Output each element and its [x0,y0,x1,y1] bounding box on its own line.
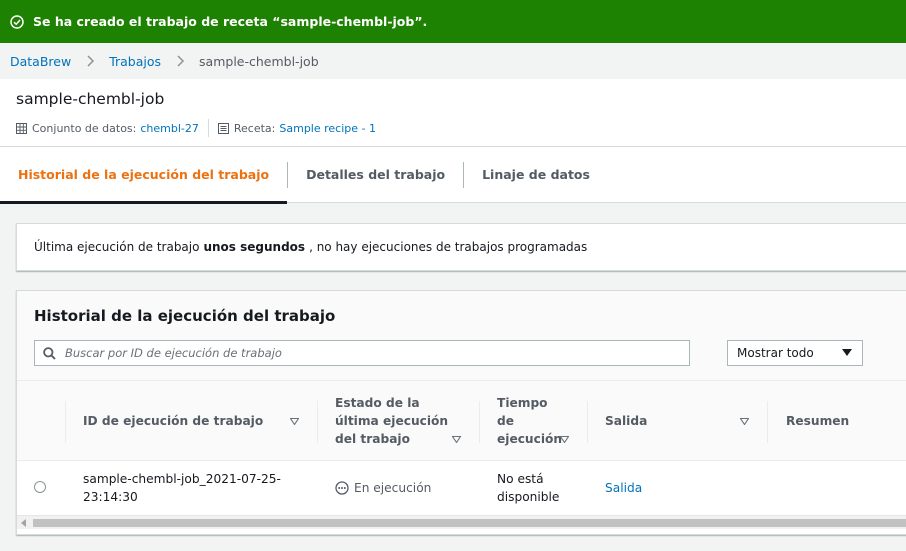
output-cell: Salida [605,479,642,497]
sort-caret-icon[interactable] [740,418,749,425]
column-status-label: Estado de la [335,396,420,410]
sort-caret-icon[interactable] [290,418,299,425]
notice-bold: unos segundos [203,240,306,254]
panel-header: Historial de la ejecución del trabajo Mo… [17,291,906,381]
recipe-link[interactable]: Sample recipe - 1 [279,122,376,135]
column-status-label: última ejecución [335,414,449,428]
run-id-text: sample-chembl-job_2021-07-25- [83,472,281,486]
column-runtime[interactable]: Tiempo de ejecución [497,381,569,461]
column-divider [65,401,66,443]
tab-run-history[interactable]: Historial de la ejecución del trabajo [0,147,288,204]
search-icon [43,346,56,360]
tab-data-lineage[interactable]: Linaje de datos [464,147,608,203]
chevron-right-icon [175,55,185,67]
scroll-left-arrow-icon[interactable] [21,519,27,527]
last-run-notice: Última ejecución de trabajo unos segundo… [16,223,906,271]
filter-select[interactable]: Mostrar todo [727,340,863,366]
search-input[interactable] [65,346,665,360]
column-output-label: Salida [605,414,648,428]
column-status-label: del trabajo [335,432,410,446]
in-progress-icon [335,481,349,495]
horizontal-scrollbar[interactable] [17,515,906,529]
column-runtime-label: Tiempo [497,396,548,410]
recipe-icon [217,122,229,134]
page-title: sample-chembl-job [16,90,165,108]
table-header: ID de ejecución de trabajo Estado de la … [17,381,906,461]
column-divider [587,401,588,443]
column-summary[interactable]: Resumen [786,381,849,461]
status-cell: En ejecución [335,479,431,497]
table-row[interactable]: sample-chembl-job_2021-07-25- 23:14:30 E… [17,461,906,515]
runtime-cell: No está disponible [497,470,559,506]
breadcrumb: DataBrew Trabajos sample-chembl-job [0,43,906,79]
breadcrumb-databrew[interactable]: DataBrew [10,54,71,69]
tab-job-details[interactable]: Detalles del trabajo [288,147,463,203]
output-link[interactable]: Salida [605,481,642,495]
runtime-text: No está [497,472,544,486]
column-divider [479,401,480,443]
run-id-cell: sample-chembl-job_2021-07-25- 23:14:30 [83,470,281,506]
column-divider [317,401,318,443]
run-id-text: 23:14:30 [83,490,138,504]
column-runtime-label: de [497,414,514,428]
column-status[interactable]: Estado de la última ejecución del trabaj… [335,381,461,461]
success-flashbar: Se ha creado el trabajo de receta “sampl… [0,0,906,43]
sort-caret-icon[interactable] [452,436,461,443]
notice-suffix: , no hay ejecuciones de trabajos program… [309,240,588,254]
column-summary-label: Resumen [786,414,850,428]
scrollbar-thumb[interactable] [33,519,906,527]
job-meta: Conjunto de datos: chembl-27 Receta: Sam… [16,119,376,137]
caret-down-icon [842,349,852,357]
flash-message: Se ha creado el trabajo de receta “sampl… [33,14,428,29]
runtime-text: disponible [497,490,560,504]
table-icon [16,122,27,134]
dataset-label: Conjunto de datos: [32,121,137,135]
tab-bar: Historial de la ejecución del trabajo De… [0,147,906,204]
chevron-right-icon [85,55,95,67]
status-text: En ejecución [354,481,432,495]
run-history-panel: Historial de la ejecución del trabajo Mo… [16,290,906,535]
search-box [34,340,690,366]
row-select-radio[interactable] [34,481,46,493]
recipe-label: Receta: [233,121,276,135]
sort-caret-icon[interactable] [560,436,569,443]
column-run-id[interactable]: ID de ejecución de trabajo [83,381,299,461]
column-divider [767,401,768,443]
panel-title: Historial de la ejecución del trabajo [34,307,336,325]
job-header: sample-chembl-job Conjunto de datos: che… [0,79,906,147]
notice-prefix: Última ejecución de trabajo [34,240,200,254]
column-runtime-label: ejecución [497,432,563,446]
check-circle-icon [10,14,24,29]
breadcrumb-trabajos[interactable]: Trabajos [109,54,161,69]
filter-selected-value: Mostrar todo [737,346,814,360]
column-output[interactable]: Salida [605,381,749,461]
column-run-id-label: ID de ejecución de trabajo [83,414,264,428]
dataset-link[interactable]: chembl-27 [140,122,199,135]
breadcrumb-current: sample-chembl-job [199,53,319,69]
meta-divider [207,119,209,137]
